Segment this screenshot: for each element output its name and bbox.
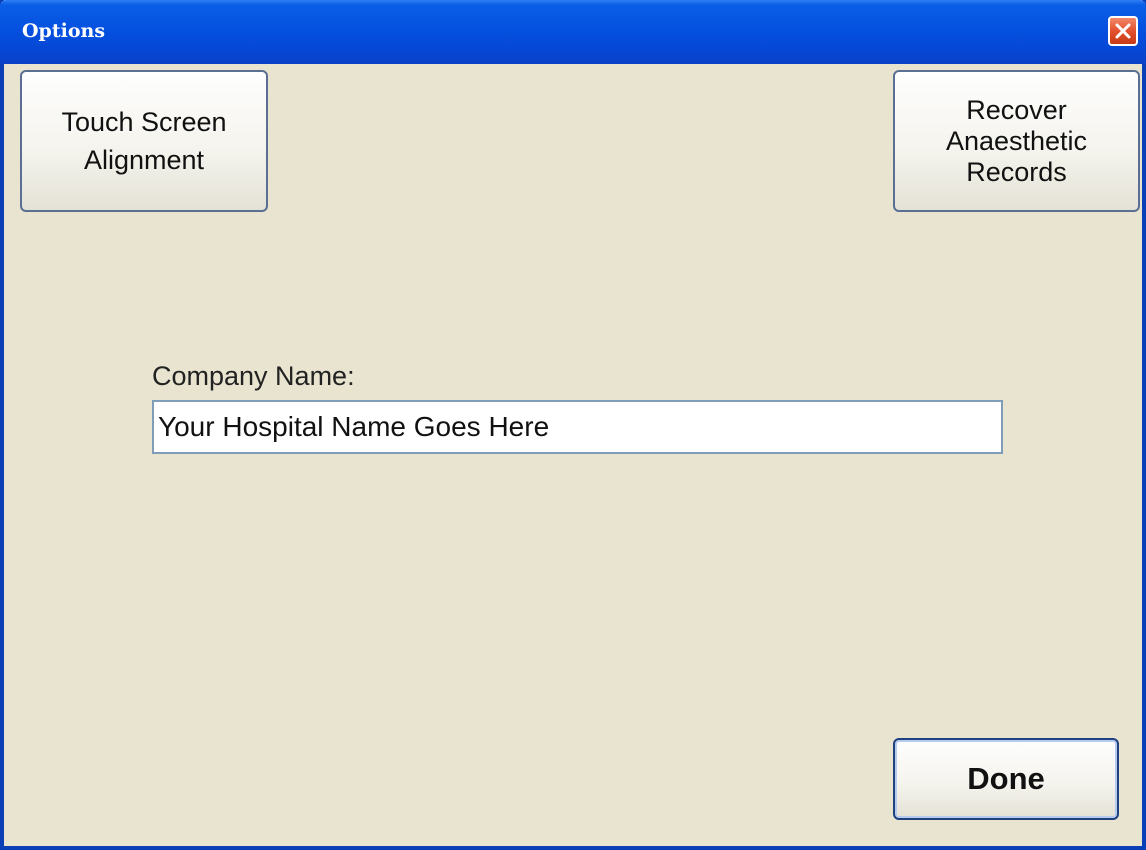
touch-screen-alignment-label: Touch Screen Alignment [61,107,227,175]
close-button[interactable] [1108,16,1138,46]
company-name-input[interactable] [152,400,1003,454]
touch-screen-alignment-button[interactable]: Touch Screen Alignment [20,70,268,212]
recover-anaesthetic-records-label: Recover Anaesthetic Records [945,94,1088,187]
done-label: Done [967,761,1045,796]
recover-anaesthetic-records-button[interactable]: Recover Anaesthetic Records [893,70,1140,212]
close-icon [1115,23,1131,39]
done-button[interactable]: Done [893,738,1119,820]
dialog-content: Touch Screen Alignment Recover Anaesthet… [4,64,1142,846]
options-dialog: Options Touch Screen Alignment Recover A… [0,0,1146,850]
title-bar[interactable]: Options [0,0,1146,64]
window-title: Options [22,20,106,42]
company-name-label: Company Name: [152,361,355,391]
